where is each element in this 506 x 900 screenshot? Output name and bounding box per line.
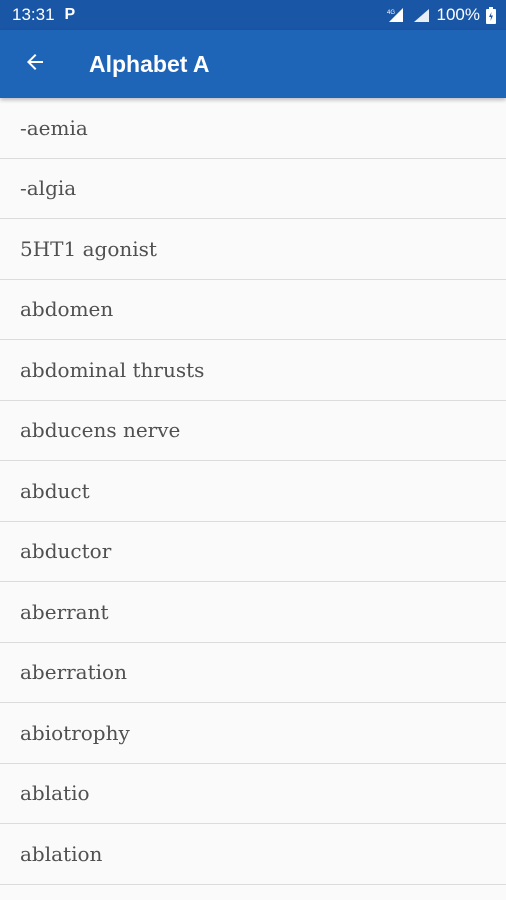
arrow-left-icon	[23, 50, 47, 79]
list-item[interactable]: 5HT1 agonist	[0, 219, 506, 280]
back-button[interactable]	[15, 44, 55, 84]
term-label: abducens nerve	[20, 418, 181, 443]
term-label: -aemia	[20, 115, 88, 140]
list-item[interactable]: abductor	[0, 522, 506, 582]
term-label: abductor	[20, 539, 112, 564]
term-label: ablatio	[20, 781, 90, 806]
term-label: aberration	[20, 660, 127, 685]
list-item[interactable]: aberration	[0, 643, 506, 703]
list-item[interactable]: aberrant	[0, 582, 506, 643]
list-item[interactable]: abdomen	[0, 280, 506, 340]
list-item[interactable]: abducens nerve	[0, 401, 506, 461]
notification-p-icon: P	[64, 6, 76, 23]
mobile-signal-icon: 4G	[387, 7, 407, 23]
battery-icon	[486, 6, 496, 24]
term-label: aberrant	[20, 599, 109, 624]
app-bar: Alphabet A	[0, 30, 506, 98]
term-label: abduct	[20, 478, 90, 503]
term-label: abdominal thrusts	[20, 357, 205, 382]
term-label: -algia	[20, 176, 77, 201]
wifi-signal-icon	[413, 7, 431, 23]
status-indicators: 4G 100%	[387, 5, 496, 25]
list-item[interactable]: ablation	[0, 824, 506, 885]
term-list: -aemia -algia 5HT1 agonist abdomen abdom…	[0, 98, 506, 885]
list-item[interactable]: ablatio	[0, 764, 506, 824]
list-item[interactable]: -aemia	[0, 98, 506, 159]
status-time: 13:31	[12, 5, 55, 24]
list-item[interactable]: abduct	[0, 461, 506, 522]
term-label: abiotrophy	[20, 720, 130, 745]
battery-percent: 100%	[436, 5, 480, 24]
status-bar: 13:31 P 4G 100%	[0, 0, 506, 30]
term-label: ablation	[20, 841, 103, 866]
term-label: abdomen	[20, 297, 114, 322]
list-item[interactable]: -algia	[0, 159, 506, 219]
svg-text:4G: 4G	[387, 10, 395, 16]
page-title: Alphabet A	[89, 50, 210, 77]
term-label: 5HT1 agonist	[20, 236, 157, 261]
list-item[interactable]: abdominal thrusts	[0, 340, 506, 401]
list-item[interactable]: abiotrophy	[0, 703, 506, 764]
